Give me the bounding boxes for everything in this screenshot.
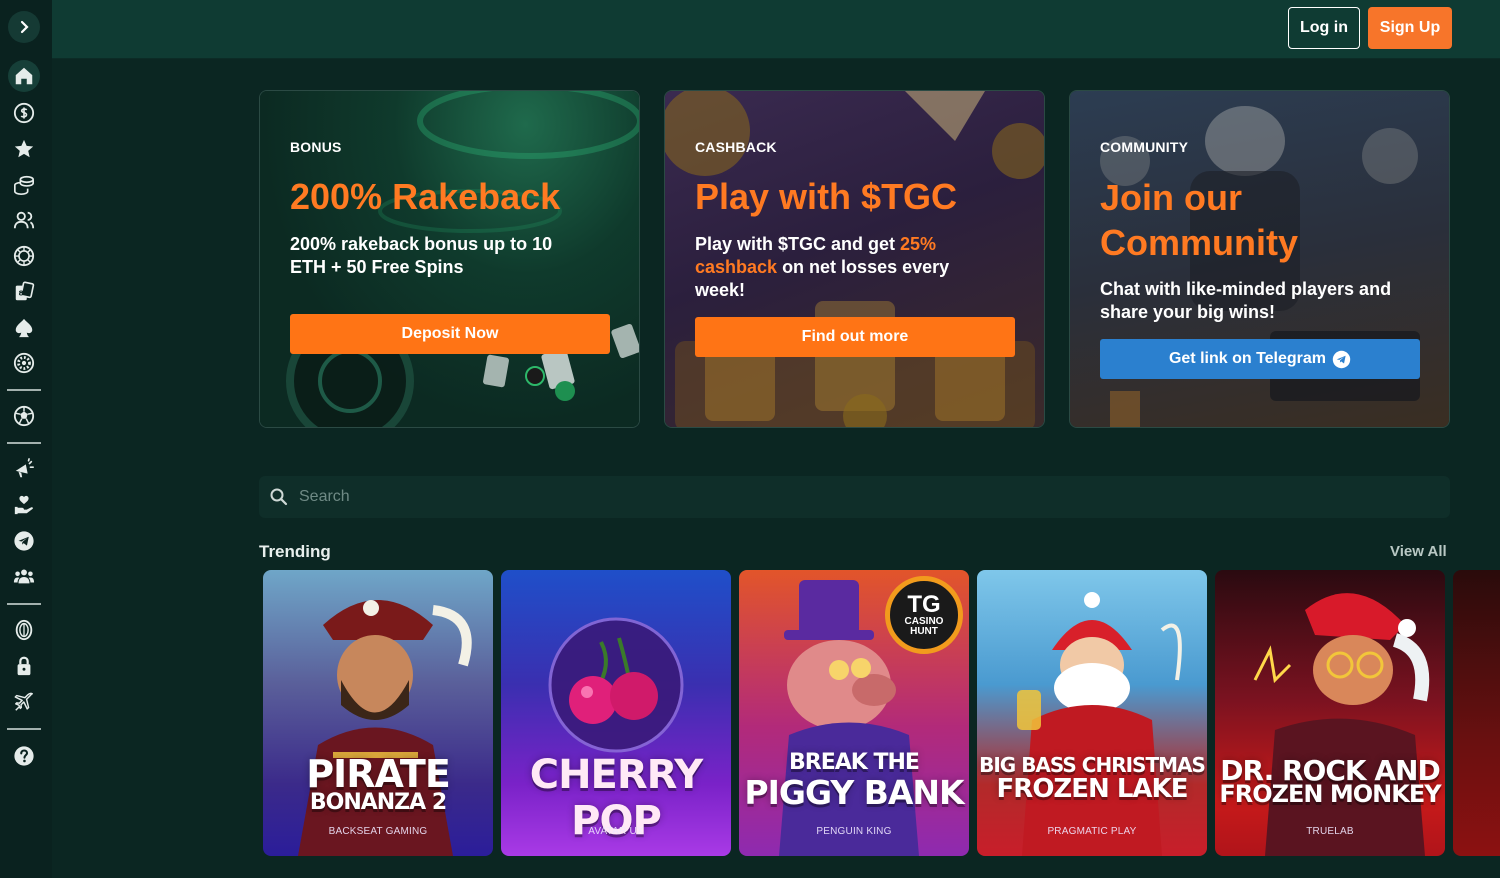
sidebar-item-community[interactable]	[8, 561, 40, 593]
game-search-bar[interactable]	[259, 476, 1450, 518]
sidebar-item-token[interactable]	[8, 614, 40, 646]
playing-cards-icon: 8	[15, 281, 35, 301]
promo-description: Play with $TGC and get 25% cashback on n…	[695, 234, 950, 300]
sidebar: 8	[0, 0, 52, 878]
roulette-icon	[13, 352, 35, 374]
search-icon	[270, 488, 288, 506]
megaphone-icon	[15, 458, 34, 478]
community-icon	[13, 569, 35, 584]
telegram-link-button[interactable]: Get link on Telegram	[1100, 339, 1420, 379]
plane-icon	[14, 692, 33, 711]
sidebar-item-wheel[interactable]	[8, 240, 40, 272]
sidebar-item-coins[interactable]	[8, 169, 40, 201]
home-icon	[15, 67, 33, 85]
sidebar-item-help[interactable]	[8, 740, 40, 772]
game-provider: PENGUIN KING	[816, 826, 892, 837]
promo-description: Chat with like-minded players and share …	[1100, 279, 1392, 322]
promo-card-cashback: CASHBACK Play with $TGC Play with $TGC a…	[664, 90, 1045, 428]
game-provider: AVATAR UX	[588, 826, 644, 837]
sidebar-item-responsible[interactable]	[8, 489, 40, 521]
sidebar-item-favorites[interactable]	[8, 133, 40, 165]
game-card[interactable]: CHERRY POP AVATAR UX	[501, 570, 731, 856]
sidebar-item-cards[interactable]: 8	[8, 276, 40, 308]
game-card[interactable]: PIRATE BONANZA 2 BACKSEAT GAMING	[263, 570, 493, 856]
sidebar-item-airdrop[interactable]	[8, 686, 40, 718]
view-all-link[interactable]: View All	[1390, 543, 1447, 560]
game-provider: BACKSEAT GAMING	[328, 826, 428, 837]
chevron-right-icon	[20, 20, 29, 34]
wheel-icon	[13, 245, 35, 267]
deposit-now-button[interactable]: Deposit Now	[290, 314, 610, 354]
coins-stack-icon	[14, 175, 34, 195]
game-title-line2: FROZEN MONKEY	[1219, 780, 1441, 808]
game-art-bigbass	[977, 570, 1207, 856]
game-title-line2: FROZEN LAKE	[996, 774, 1189, 804]
game-card-partial[interactable]	[1453, 570, 1500, 856]
lock-icon	[17, 656, 31, 676]
trending-heading: Trending	[259, 542, 331, 561]
tg-casino-hunt-badge: TG CASINO HUNT	[885, 576, 963, 654]
game-provider: PRAGMATIC PLAY	[1047, 826, 1137, 837]
help-icon	[14, 746, 34, 766]
game-card[interactable]: BIG BASS CHRISTMAS FROZEN LAKE PRAGMATIC…	[977, 570, 1207, 856]
heart-hand-icon	[14, 495, 33, 515]
telegram-link-label: Get link on Telegram	[1168, 350, 1327, 367]
star-icon	[14, 139, 34, 158]
sidebar-item-home[interactable]	[8, 60, 40, 92]
promo-title: Play with $TGC	[695, 176, 958, 217]
find-out-more-button[interactable]: Find out more	[695, 317, 1015, 357]
game-art-drrock	[1215, 570, 1445, 856]
users-icon	[13, 211, 35, 229]
promo-title: Join our Community	[1100, 177, 1298, 263]
login-button[interactable]: Log in	[1288, 7, 1360, 49]
spade-icon	[15, 318, 33, 338]
sidebar-item-users[interactable]	[8, 204, 40, 236]
sidebar-divider	[7, 389, 41, 391]
dollar-circle-icon	[13, 102, 35, 124]
sidebar-divider	[7, 442, 41, 444]
sidebar-item-promotions[interactable]	[8, 453, 40, 485]
football-icon	[13, 405, 35, 427]
sidebar-item-sports[interactable]	[8, 400, 40, 432]
search-input[interactable]	[299, 488, 1399, 506]
svg-text:8: 8	[19, 289, 24, 298]
promo-title: 200% Rakeback	[290, 176, 561, 217]
game-title-line2: PIGGY BANK	[744, 773, 964, 812]
game-title-line2: BONANZA 2	[309, 790, 447, 815]
game-card[interactable]: DR. ROCK AND FROZEN MONKEY TRUELAB	[1215, 570, 1445, 856]
promo-card-community: COMMUNITY Join our Community Chat with l…	[1069, 90, 1450, 428]
telegram-icon	[1332, 350, 1351, 368]
promo-tag: COMMUNITY	[1100, 139, 1189, 155]
sidebar-divider	[7, 603, 41, 605]
game-title-line1: BREAK THE	[789, 750, 920, 775]
promo-description: 200% rakeback bonus up to 10 ETH + 50 Fr…	[290, 234, 553, 277]
top-header: Log in Sign Up	[52, 0, 1500, 59]
game-card[interactable]: TG CASINO HUNT BREAK THE PIGGY BANK PENG…	[739, 570, 969, 856]
telegram-icon	[14, 531, 34, 551]
signup-button[interactable]: Sign Up	[1368, 7, 1452, 49]
coin-icon	[15, 619, 33, 641]
sidebar-toggle-button[interactable]	[8, 11, 40, 43]
game-provider: TRUELAB	[1306, 826, 1354, 837]
sidebar-item-telegram[interactable]	[8, 525, 40, 557]
promo-card-bonus: BONUS 200% Rakeback 200% rakeback bonus …	[259, 90, 640, 428]
sidebar-item-security[interactable]	[8, 650, 40, 682]
sidebar-item-roulette[interactable]	[8, 347, 40, 379]
promo-tag: BONUS	[290, 139, 342, 155]
sidebar-divider	[7, 728, 41, 730]
sidebar-item-dollar[interactable]	[8, 97, 40, 129]
promo-tag: CASHBACK	[695, 139, 777, 155]
sidebar-item-poker[interactable]	[8, 312, 40, 344]
